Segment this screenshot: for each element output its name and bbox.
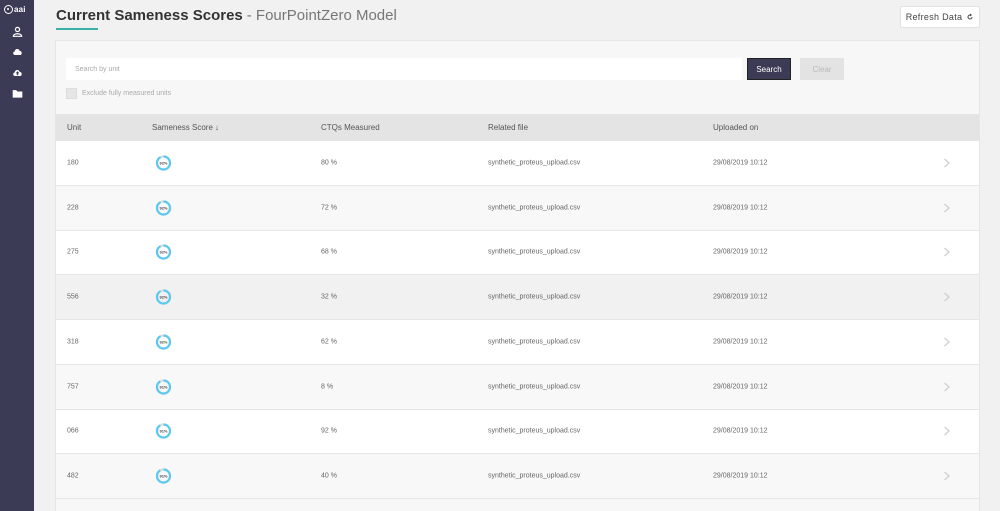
cloud-upload-icon[interactable] [11, 66, 23, 78]
chevron-right-icon[interactable] [943, 426, 951, 436]
score-gauge-icon: 91% [155, 468, 172, 485]
refresh-data-button[interactable]: Refresh Data [900, 6, 980, 28]
chevron-right-icon[interactable] [943, 382, 951, 392]
unit-cell: 275 [67, 248, 79, 256]
column-ctqs-measured[interactable]: CTQs Measured [321, 123, 380, 132]
ctqs-cell: 62 % [321, 338, 337, 346]
score-gauge-icon: 92% [155, 154, 172, 171]
table-row[interactable]: 556 92% 32 % synthetic_proteus_upload.csv 29… [56, 275, 979, 320]
ctqs-cell: 80 % [321, 159, 337, 167]
score-value: 91% [159, 473, 168, 479]
ctqs-cell: 32 % [321, 293, 337, 301]
page-header: Current Sameness Scores - FourPointZero … [56, 7, 397, 29]
related-file-cell[interactable]: synthetic_proteus_upload.csv [488, 473, 580, 480]
cloud-icon[interactable] [11, 45, 23, 57]
refresh-icon [967, 13, 973, 20]
related-file-cell[interactable]: synthetic_proteus_upload.csv [488, 338, 580, 345]
uploaded-on-cell: 29/08/2019 10:12 [713, 383, 768, 391]
unit-cell: 066 [67, 427, 79, 435]
column-related-file-label: Related file [488, 123, 529, 132]
uploaded-on-cell: 29/08/2019 10:12 [713, 204, 768, 212]
column-related-file[interactable]: Related file [488, 123, 528, 132]
related-file-cell[interactable]: synthetic_proteus_upload.csv [488, 428, 580, 435]
table-body: 180 92% 80 % synthetic_proteus_upload.csv 29… [56, 141, 979, 499]
related-file-cell[interactable]: synthetic_proteus_upload.csv [488, 204, 580, 211]
unit-cell: 556 [67, 293, 79, 301]
page-subtitle: - FourPointZero Model [246, 7, 397, 24]
logo-text: aai [14, 5, 26, 14]
search-input[interactable] [66, 58, 742, 80]
score-value: 92% [159, 339, 168, 345]
column-ctqs-measured-label: CTQs Measured [321, 123, 380, 132]
score-gauge-icon: 92% [155, 289, 172, 306]
related-file-cell[interactable]: synthetic_proteus_upload.csv [488, 383, 580, 390]
user-icon[interactable] [11, 25, 23, 37]
exclude-measured-toggle[interactable]: Exclude fully measured units [66, 88, 171, 99]
unit-cell: 228 [67, 204, 79, 212]
score-gauge-icon: 91% [155, 378, 172, 395]
sort-down-icon: ↓ [214, 123, 219, 132]
score-value: 92% [159, 160, 168, 166]
table-header: Unit Sameness Score ↓ CTQs Measured Relat… [56, 114, 979, 141]
table-row[interactable]: 066 91% 92 % synthetic_proteus_upload.csv 29… [56, 409, 979, 455]
score-value: 92% [159, 249, 168, 255]
uploaded-on-cell: 29/08/2019 10:12 [713, 159, 768, 167]
chevron-right-icon[interactable] [943, 471, 951, 481]
unit-cell: 180 [67, 159, 79, 167]
refresh-data-label: Refresh Data [905, 12, 963, 22]
ctqs-cell: 92 % [321, 427, 337, 435]
column-uploaded-on-label: Uploaded on [713, 123, 759, 132]
ctqs-cell: 8 % [321, 383, 334, 391]
table-row[interactable]: 275 92% 68 % synthetic_proteus_upload.csv 29… [56, 230, 979, 276]
table-row[interactable]: 180 92% 80 % synthetic_proteus_upload.csv 29… [56, 141, 979, 186]
logo[interactable]: aai [4, 5, 26, 14]
unit-cell: 482 [67, 472, 79, 480]
uploaded-on-cell: 29/08/2019 10:12 [713, 472, 768, 480]
uploaded-on-cell: 29/08/2019 10:12 [713, 248, 768, 256]
chevron-right-icon[interactable] [943, 337, 951, 347]
folder-icon[interactable] [11, 87, 23, 99]
chevron-right-icon[interactable] [943, 158, 951, 168]
exclude-label: Exclude fully measured units [82, 90, 172, 97]
related-file-cell[interactable]: synthetic_proteus_upload.csv [488, 249, 580, 256]
score-value: 91% [159, 384, 168, 390]
table-row[interactable]: 228 92% 72 % synthetic_proteus_upload.csv 29… [56, 185, 979, 231]
score-value: 92% [159, 294, 168, 300]
score-value: 92% [159, 205, 168, 211]
title-underline [56, 28, 98, 30]
score-gauge-icon: 92% [155, 199, 172, 216]
related-file-cell[interactable]: synthetic_proteus_upload.csv [488, 294, 580, 301]
logo-mark-icon [4, 5, 13, 14]
score-gauge-icon: 91% [155, 423, 172, 440]
ctqs-cell: 72 % [321, 204, 337, 212]
ctqs-cell: 40 % [321, 472, 337, 480]
ctqs-cell: 68 % [321, 248, 337, 256]
score-gauge-icon: 92% [155, 244, 172, 261]
score-gauge-icon: 92% [155, 333, 172, 350]
chevron-right-icon[interactable] [943, 292, 951, 302]
score-value: 91% [159, 428, 168, 434]
sidebar: aai [0, 0, 34, 511]
scores-panel: Search Clear Exclude fully measured unit… [55, 40, 980, 511]
column-uploaded-on[interactable]: Uploaded on [713, 123, 758, 132]
table-row[interactable]: 757 91% 8 % synthetic_proteus_upload.csv 29/… [56, 364, 979, 410]
unit-cell: 757 [67, 383, 79, 391]
column-sameness-score-label: Sameness Score [152, 123, 213, 132]
chevron-right-icon[interactable] [943, 247, 951, 257]
clear-button[interactable]: Clear [800, 58, 844, 80]
page-title: Current Sameness Scores [56, 7, 243, 24]
unit-cell: 318 [67, 338, 79, 346]
exclude-checkbox[interactable] [66, 88, 77, 99]
uploaded-on-cell: 29/08/2019 10:12 [713, 293, 768, 301]
chevron-right-icon[interactable] [943, 203, 951, 213]
column-unit-label: Unit [67, 123, 82, 132]
uploaded-on-cell: 29/08/2019 10:12 [713, 427, 768, 435]
related-file-cell[interactable]: synthetic_proteus_upload.csv [488, 159, 580, 166]
column-sameness-score[interactable]: Sameness Score ↓ [152, 123, 219, 132]
table-row[interactable]: 482 91% 40 % synthetic_proteus_upload.csv 29… [56, 454, 979, 499]
uploaded-on-cell: 29/08/2019 10:12 [713, 338, 768, 346]
column-unit[interactable]: Unit [67, 123, 81, 132]
table-row[interactable]: 318 92% 62 % synthetic_proteus_upload.csv 29… [56, 320, 979, 365]
search-button[interactable]: Search [747, 58, 791, 80]
